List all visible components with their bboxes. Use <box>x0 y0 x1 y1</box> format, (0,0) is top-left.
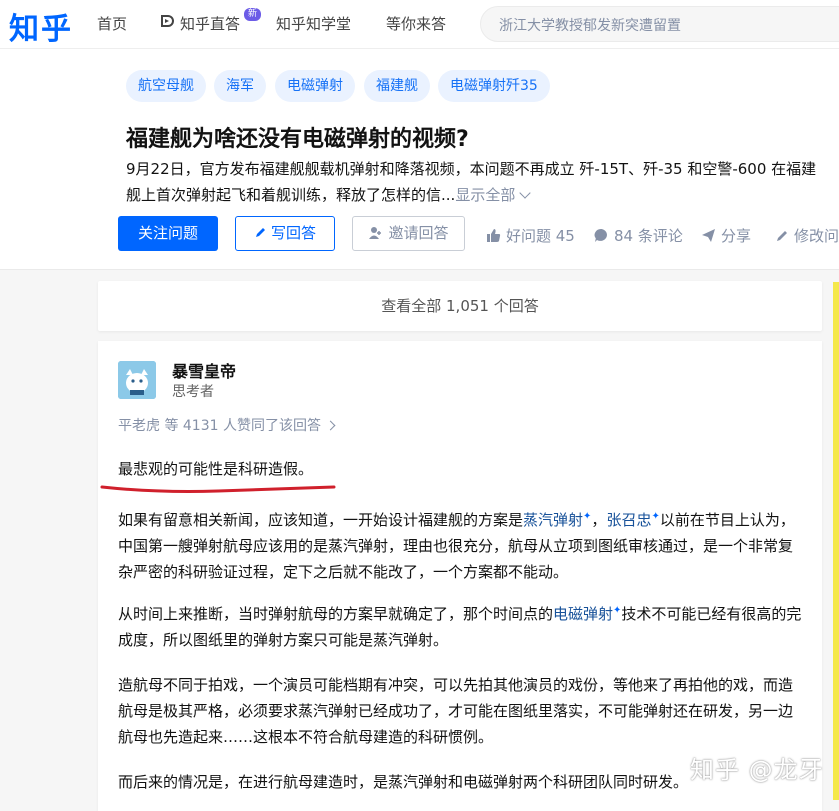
comments-label: 84 条评论 <box>614 227 683 245</box>
chevron-right-icon <box>325 420 336 431</box>
page-edge-accent <box>833 282 839 800</box>
follow-question-button[interactable]: 关注问题 <box>118 216 218 251</box>
nav-zhida[interactable]: 知乎直答 <box>180 13 240 34</box>
new-badge: 新 <box>244 8 262 21</box>
share-button[interactable]: 分享 <box>701 225 751 246</box>
topic-tag[interactable]: 电磁弹射歼35 <box>438 70 550 102</box>
good-question-label: 好问题 45 <box>506 227 575 245</box>
answer-paragraph: 如果有留意相关新闻，应该知道，一开始设计福建舰的方案是蒸汽弹射✦，张召忠✦以前在… <box>118 504 806 585</box>
answer-card: 暴雪皇帝 思考者 平老虎 等 4131 人赞同了该回答 最悲观的可能性是科研造假… <box>98 341 822 811</box>
invite-user-icon <box>369 227 382 239</box>
search-placeholder: 浙江大学教授郁发新突遭留置 <box>499 18 681 34</box>
author-name[interactable]: 暴雪皇帝 <box>172 358 236 382</box>
invite-answer-button[interactable]: 邀请回答 <box>352 216 465 251</box>
answer-paragraph: 造航母不同于拍戏，一个演员可能档期有冲突，可以先拍其他演员的戏份，等他来了再拍他… <box>118 676 794 746</box>
zhida-icon <box>161 15 174 27</box>
topic-tag[interactable]: 航空母舰 <box>126 70 206 102</box>
nav-home[interactable]: 首页 <box>97 13 127 34</box>
watermark: 知乎 @龙牙 <box>690 756 824 784</box>
pencil-icon <box>777 230 787 241</box>
share-icon <box>702 229 715 242</box>
question-header: 航空母舰 海军 电磁弹射 福建舰 电磁弹射歼35 福建舰为啥还没有电磁弹射的视频… <box>0 49 839 270</box>
share-label: 分享 <box>721 227 752 245</box>
pencil-icon <box>255 228 265 237</box>
avatar-image <box>118 361 156 399</box>
keyword-link[interactable]: 张召忠 <box>606 511 651 529</box>
edit-question-label: 修改问 <box>794 227 839 245</box>
answer-paragraph: 最悲观的可能性是科研造假。 <box>118 460 314 478</box>
write-answer-label: 写回答 <box>270 224 316 242</box>
voters-summary[interactable]: 平老虎 等 4131 人赞同了该回答 <box>118 415 336 435</box>
red-underline-annotation <box>100 485 336 493</box>
thumbs-up-icon <box>487 229 501 242</box>
top-nav: 知乎 首页 知乎直答 新 知乎知学堂 等你来答 浙江大学教授郁发新突遭留置 <box>0 0 839 49</box>
paragraph-text: 从时间上来推断，当时弹射航母的方案早就确定了，那个时间点的 <box>118 605 554 623</box>
avatar[interactable] <box>118 361 156 399</box>
topic-tag[interactable]: 福建舰 <box>364 70 430 102</box>
comments-button[interactable]: 84 条评论 <box>594 225 683 246</box>
nav-zhixuetang[interactable]: 知乎知学堂 <box>276 13 351 34</box>
topic-tag[interactable]: 海军 <box>214 70 266 102</box>
author-headline: 思考者 <box>172 384 214 400</box>
show-all-link[interactable]: 显示全部 <box>455 186 515 204</box>
nav-waiting-answers[interactable]: 等你来答 <box>386 13 446 34</box>
zhihu-logo[interactable]: 知乎 <box>9 4 73 48</box>
paragraph-text: ， <box>591 511 607 529</box>
view-all-answers-button[interactable]: 查看全部 1,051 个回答 <box>98 281 822 331</box>
invite-answer-label: 邀请回答 <box>388 224 449 242</box>
comment-icon <box>594 228 607 242</box>
edit-question-button[interactable]: 修改问 <box>775 225 839 246</box>
question-title[interactable]: 福建舰为啥还没有电磁弹射的视频? <box>126 121 469 153</box>
good-question-button[interactable]: 好问题 45 <box>486 225 575 246</box>
voters-text: 平老虎 等 4131 人赞同了该回答 <box>118 418 321 434</box>
sparkle-icon: ✦ <box>651 511 660 522</box>
topic-tag[interactable]: 电磁弹射 <box>275 70 355 102</box>
answer-paragraph: 从时间上来推断，当时弹射航母的方案早就确定了，那个时间点的电磁弹射✦技术不可能已… <box>118 598 806 653</box>
keyword-link[interactable]: 蒸汽弹射 <box>523 511 583 529</box>
write-answer-button[interactable]: 写回答 <box>235 216 335 251</box>
chevron-down-icon[interactable] <box>519 187 531 199</box>
keyword-link[interactable]: 电磁弹射 <box>553 605 613 623</box>
paragraph-text: 如果有留意相关新闻，应该知道，一开始设计福建舰的方案是 <box>118 511 524 529</box>
search-input[interactable]: 浙江大学教授郁发新突遭留置 <box>480 6 839 42</box>
question-detail: 9月22日，官方发布福建舰舰载机弹射和降落视频，本问题不再成立 歼-15T、歼-… <box>126 156 830 208</box>
